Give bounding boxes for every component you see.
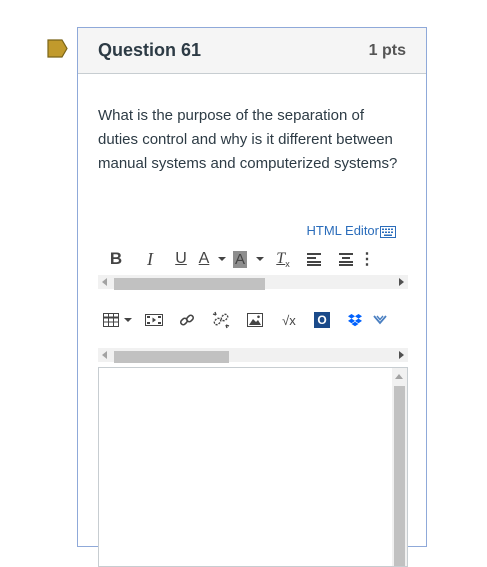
formatting-toolbar: B I U A A T x ⋮ bbox=[98, 245, 408, 273]
scrollbar-thumb[interactable] bbox=[114, 278, 265, 290]
insert-toolbar: √x O bbox=[98, 306, 408, 334]
chevron-down-icon bbox=[124, 318, 132, 322]
scroll-right-icon[interactable] bbox=[399, 351, 404, 359]
question-card: Question 61 1 pts What is the purpose of… bbox=[77, 27, 427, 567]
office-icon[interactable]: O bbox=[306, 308, 338, 332]
equation-icon[interactable]: √x bbox=[272, 308, 306, 332]
background-color-icon: A bbox=[232, 250, 247, 268]
office-glyph: O bbox=[314, 312, 330, 328]
scroll-right-icon[interactable] bbox=[399, 278, 404, 286]
scroll-left-icon[interactable] bbox=[102, 351, 107, 359]
html-editor-label: HTML Editor bbox=[306, 222, 379, 238]
unlink-icon[interactable] bbox=[204, 308, 238, 332]
link-icon[interactable] bbox=[170, 308, 204, 332]
scroll-left-icon[interactable] bbox=[102, 278, 107, 286]
more-icon[interactable]: ⋮ bbox=[359, 247, 375, 271]
media-icon[interactable] bbox=[138, 308, 170, 332]
image-icon[interactable] bbox=[238, 308, 272, 332]
table-icon bbox=[103, 313, 119, 327]
chevron-icon[interactable] bbox=[372, 308, 388, 332]
chevron-down-icon bbox=[256, 257, 264, 261]
clear-formatting-glyph: T bbox=[276, 250, 286, 267]
background-color-button[interactable]: A bbox=[230, 247, 268, 271]
scrollbar-thumb[interactable] bbox=[114, 351, 229, 363]
keyboard-icon bbox=[380, 226, 396, 238]
dropbox-icon[interactable] bbox=[338, 308, 372, 332]
editor-scrollbar-thumb[interactable] bbox=[394, 386, 405, 566]
bold-icon[interactable]: B bbox=[98, 247, 134, 271]
html-editor-link[interactable]: HTML Editor bbox=[307, 222, 396, 238]
toolbar-scrollbar[interactable] bbox=[98, 275, 408, 290]
editor-scrollbar[interactable] bbox=[392, 368, 407, 566]
answer-editor[interactable] bbox=[98, 367, 408, 567]
underline-icon[interactable]: U bbox=[166, 247, 196, 271]
question-text: What is the purpose of the separation of… bbox=[98, 107, 398, 172]
font-color-icon: A bbox=[198, 250, 210, 267]
italic-icon[interactable]: I bbox=[134, 247, 166, 271]
align-left-icon[interactable] bbox=[298, 247, 330, 271]
question-title: Question 61 bbox=[98, 40, 202, 60]
question-points: 1 pts bbox=[368, 42, 406, 59]
font-color-button[interactable]: A bbox=[196, 247, 230, 271]
toolbar-scrollbar-2[interactable] bbox=[98, 348, 408, 363]
chevron-down-icon bbox=[218, 257, 227, 261]
clear-x-mark: x bbox=[285, 258, 290, 269]
flag-question-icon[interactable] bbox=[47, 39, 68, 58]
table-button[interactable] bbox=[98, 308, 138, 332]
scroll-up-icon[interactable] bbox=[395, 374, 403, 379]
align-center-icon[interactable] bbox=[330, 247, 362, 271]
clear-formatting-icon[interactable]: T x bbox=[268, 247, 298, 271]
question-header: Question 61 1 pts bbox=[78, 28, 426, 74]
